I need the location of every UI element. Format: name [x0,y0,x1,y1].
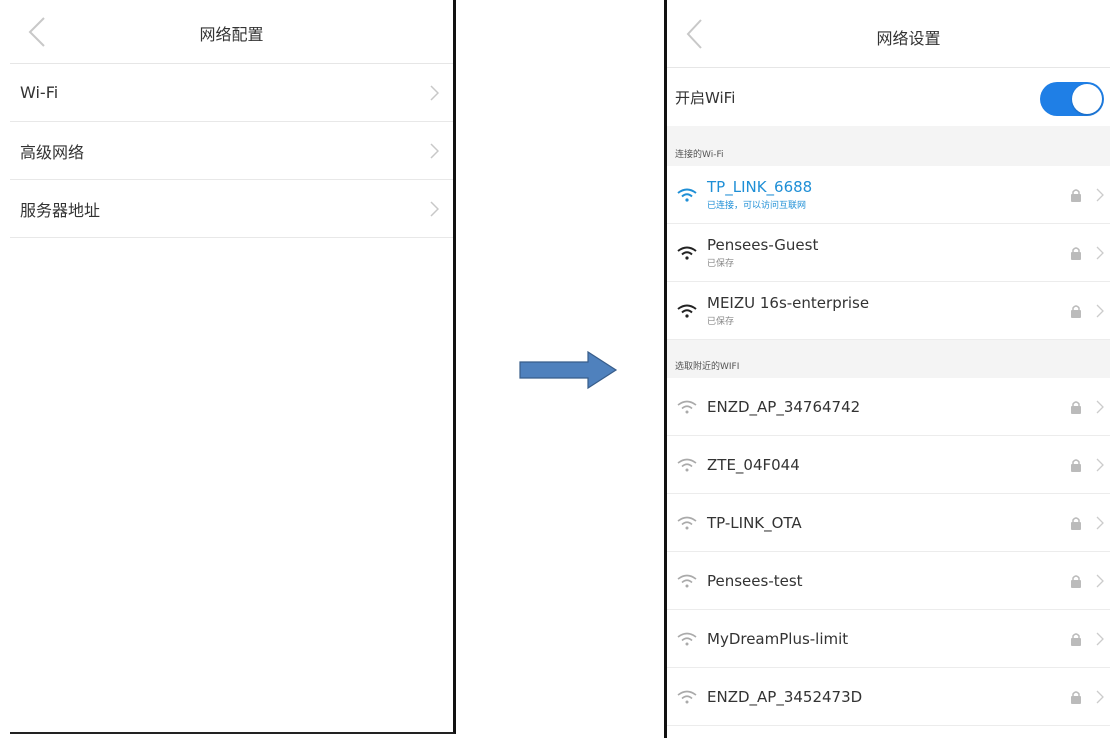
menu-item-label: 服务器地址 [20,200,101,220]
back-button[interactable] [681,16,707,52]
chevron-right-icon [429,201,439,217]
wifi-name: TP_LINK_6688 [707,178,813,196]
lock-icon [1070,400,1082,414]
header: 网络配置 [10,0,453,64]
wifi-status: 已保存 [707,259,735,269]
wifi-name: TP-LINK_OTA [707,513,802,532]
chevron-right-icon [1096,458,1104,472]
section-header-connected: 连接的Wi-Fi [667,126,1110,166]
transition-arrow-icon [518,350,618,390]
chevron-left-icon [686,19,702,49]
wifi-network-row[interactable]: ENZD_AP_3452473D [667,668,1110,726]
network-settings-screen: 网络设置 开启WiFi 连接的Wi-Fi TP_LINK_6688 已连接，可以… [664,0,1110,738]
menu-item-label: Wi-Fi [20,83,59,102]
lock-icon [1070,632,1082,646]
wifi-name: Pensees-test [707,571,803,590]
wifi-network-row[interactable]: TP-LINK_OTA [667,494,1110,552]
wifi-network-row[interactable]: ENZD_AP_34764742 [667,378,1110,436]
section-header-nearby: 选取附近的WIFI [667,340,1110,378]
lock-icon [1070,246,1082,260]
chevron-right-icon [1096,574,1104,588]
wifi-name: Pensees-Guest [707,236,819,254]
page-title: 网络设置 [876,29,941,48]
menu-item-label: 高级网络 [20,142,85,162]
wifi-network-row[interactable]: MyDreamPlus-limit [667,610,1110,668]
wifi-signal-icon [677,632,697,646]
wifi-network-row[interactable]: Pensees-test [667,552,1110,610]
wifi-network-row[interactable]: ZTE_04F044 [667,436,1110,494]
wifi-network-row[interactable]: MEIZU 16s-enterprise 已保存 [667,282,1110,340]
wifi-status: 已连接，可以访问互联网 [707,201,807,211]
lock-icon [1070,188,1082,202]
wifi-network-row[interactable]: Pensees-Guest 已保存 [667,224,1110,282]
wifi-signal-icon [677,574,697,588]
wifi-signal-icon [677,690,697,704]
lock-icon [1070,690,1082,704]
header: 网络设置 [667,0,1110,68]
chevron-right-icon [1096,690,1104,704]
wifi-toggle-row: 开启WiFi [667,68,1110,126]
wifi-toggle-switch[interactable] [1040,82,1104,116]
wifi-name: MEIZU 16s-enterprise [707,294,870,312]
menu-item-advanced-network[interactable]: 高级网络 [10,122,453,180]
toggle-knob [1072,84,1102,114]
chevron-right-icon [429,143,439,159]
wifi-signal-icon [677,516,697,530]
chevron-right-icon [1096,304,1104,318]
wifi-signal-icon [677,400,697,414]
lock-icon [1070,304,1082,318]
chevron-right-icon [429,85,439,101]
wifi-signal-icon [677,246,697,260]
section-label: 连接的Wi-Fi [675,150,724,160]
chevron-right-icon [1096,400,1104,414]
wifi-toggle-label: 开启WiFi [675,88,736,107]
chevron-right-icon [1096,632,1104,646]
wifi-name: ZTE_04F044 [707,455,800,474]
wifi-name: MyDreamPlus-limit [707,629,849,648]
chevron-right-icon [1096,188,1104,202]
lock-icon [1070,516,1082,530]
chevron-right-icon [1096,516,1104,530]
wifi-status: 已保存 [707,317,735,327]
wifi-network-row[interactable]: TP_LINK_6688 已连接，可以访问互联网 [667,166,1110,224]
network-config-screen: 网络配置 Wi-Fi 高级网络 服务器地址 [10,0,456,734]
lock-icon [1070,458,1082,472]
page-title: 网络配置 [199,25,264,44]
wifi-signal-icon [677,458,697,472]
lock-icon [1070,574,1082,588]
chevron-right-icon [1096,246,1104,260]
menu-item-server-address[interactable]: 服务器地址 [10,180,453,238]
wifi-signal-icon [677,188,697,202]
wifi-signal-icon [677,304,697,318]
wifi-name: ENZD_AP_3452473D [707,687,863,706]
wifi-name: ENZD_AP_34764742 [707,397,861,416]
section-label: 选取附近的WIFI [675,362,740,372]
menu-item-wifi[interactable]: Wi-Fi [10,64,453,122]
